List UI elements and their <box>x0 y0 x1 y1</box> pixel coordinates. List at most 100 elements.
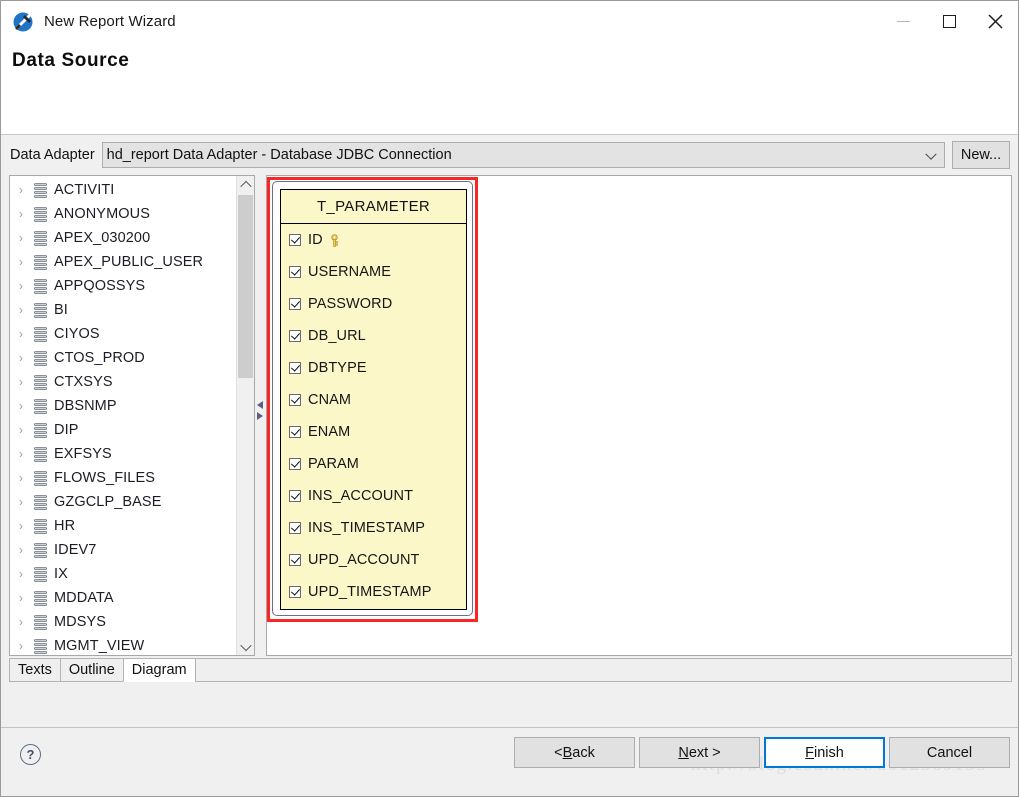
table-field-row[interactable]: ID <box>281 224 466 256</box>
tree-item[interactable]: › FLOWS_FILES <box>10 466 236 490</box>
field-checkbox[interactable] <box>289 426 301 438</box>
field-checkbox[interactable] <box>289 266 301 278</box>
field-checkbox[interactable] <box>289 298 301 310</box>
tree-item-label: CTOS_PROD <box>54 350 145 366</box>
scroll-down-button[interactable] <box>237 638 254 655</box>
chevron-right-icon[interactable]: › <box>16 544 34 556</box>
field-checkbox[interactable] <box>289 522 301 534</box>
tree-item[interactable]: › HR <box>10 514 236 538</box>
chevron-right-icon[interactable]: › <box>16 256 34 268</box>
chevron-right-icon[interactable]: › <box>16 208 34 220</box>
table-field-row[interactable]: DBTYPE <box>281 352 466 384</box>
tree-item[interactable]: › BI <box>10 298 236 322</box>
chevron-right-icon[interactable]: › <box>16 400 34 412</box>
tree-vertical-scrollbar[interactable] <box>236 176 254 655</box>
table-node-frame[interactable]: T_PARAMETER ID USERNAME PASSWORD DB_URL DBTY… <box>272 181 473 616</box>
table-field-row[interactable]: ENAM <box>281 416 466 448</box>
splitter-collapse-arrows[interactable] <box>257 401 264 423</box>
table-field-row[interactable]: UPD_TIMESTAMP <box>281 576 466 608</box>
chevron-right-icon[interactable]: › <box>16 352 34 364</box>
chevron-right-icon[interactable]: › <box>16 472 34 484</box>
new-adapter-button[interactable]: New... <box>952 141 1010 169</box>
database-icon <box>34 470 47 486</box>
cancel-button[interactable]: Cancel <box>889 737 1010 768</box>
schema-tree[interactable]: › ACTIVITI › ANONYMOUS › APEX_030200 › APEX_PUB… <box>10 176 236 655</box>
chevron-right-icon[interactable]: › <box>16 520 34 532</box>
field-checkbox[interactable] <box>289 490 301 502</box>
diagram-pane: T_PARAMETER ID USERNAME PASSWORD DB_URL DBTY… <box>266 175 1012 656</box>
field-checkbox[interactable] <box>289 458 301 470</box>
tab-diagram[interactable]: Diagram <box>122 658 195 682</box>
table-field-row[interactable]: INS_ACCOUNT <box>281 480 466 512</box>
tree-item-label: APEX_PUBLIC_USER <box>54 254 204 270</box>
tree-item[interactable]: › IX <box>10 562 236 586</box>
tree-item[interactable]: › CTXSYS <box>10 370 236 394</box>
tree-item[interactable]: › MDDATA <box>10 586 236 610</box>
chevron-right-icon[interactable]: › <box>16 592 34 604</box>
tree-item-label: MDSYS <box>54 614 107 630</box>
tree-item[interactable]: › APPQOSSYS <box>10 274 236 298</box>
chevron-right-icon[interactable]: › <box>16 640 34 652</box>
back-button[interactable]: < Back <box>514 737 635 768</box>
tab-outline[interactable]: Outline <box>59 658 123 682</box>
chevron-right-icon[interactable]: › <box>16 280 34 292</box>
chevron-right-icon[interactable]: › <box>16 424 34 436</box>
database-icon <box>34 614 47 630</box>
minimize-button[interactable] <box>880 1 926 42</box>
tree-item[interactable]: › EXFSYS <box>10 442 236 466</box>
chevron-down-icon <box>239 639 252 651</box>
tree-item[interactable]: › MGMT_VIEW <box>10 634 236 655</box>
table-field-row[interactable]: USERNAME <box>281 256 466 288</box>
chevron-right-icon[interactable]: › <box>16 304 34 316</box>
tree-item[interactable]: › GZGCLP_BASE <box>10 490 236 514</box>
chevron-right-icon[interactable]: › <box>16 328 34 340</box>
table-field-row[interactable]: DB_URL <box>281 320 466 352</box>
window-controls <box>880 1 1018 42</box>
scroll-up-button[interactable] <box>237 176 254 193</box>
next-button[interactable]: Next > <box>639 737 760 768</box>
tree-item[interactable]: › DBSNMP <box>10 394 236 418</box>
field-name-label: UPD_TIMESTAMP <box>308 584 432 600</box>
tree-item[interactable]: › IDEV7 <box>10 538 236 562</box>
field-checkbox[interactable] <box>289 330 301 342</box>
table-field-row[interactable]: INS_TIMESTAMP <box>281 512 466 544</box>
field-checkbox[interactable] <box>289 586 301 598</box>
arrow-left-icon[interactable] <box>257 401 263 409</box>
chevron-right-icon[interactable]: › <box>16 496 34 508</box>
tree-item[interactable]: › ACTIVITI <box>10 178 236 202</box>
tree-item[interactable]: › APEX_030200 <box>10 226 236 250</box>
database-icon <box>34 302 47 318</box>
help-icon[interactable]: ? <box>20 744 41 765</box>
field-checkbox[interactable] <box>289 394 301 406</box>
table-field-row[interactable]: CNAM <box>281 384 466 416</box>
field-checkbox[interactable] <box>289 362 301 374</box>
finish-button[interactable]: Finish <box>764 737 885 768</box>
arrow-right-icon[interactable] <box>257 412 263 420</box>
tab-texts[interactable]: Texts <box>9 658 60 682</box>
database-icon <box>34 590 47 606</box>
tree-item-label: CTXSYS <box>54 374 113 390</box>
chevron-right-icon[interactable]: › <box>16 448 34 460</box>
chevron-right-icon[interactable]: › <box>16 376 34 388</box>
tree-item[interactable]: › APEX_PUBLIC_USER <box>10 250 236 274</box>
chevron-right-icon[interactable]: › <box>16 568 34 580</box>
table-field-row[interactable]: PASSWORD <box>281 288 466 320</box>
field-checkbox[interactable] <box>289 234 301 246</box>
tree-item[interactable]: › CIYOS <box>10 322 236 346</box>
tree-item[interactable]: › ANONYMOUS <box>10 202 236 226</box>
tree-item[interactable]: › CTOS_PROD <box>10 346 236 370</box>
maximize-button[interactable] <box>926 1 972 42</box>
field-checkbox[interactable] <box>289 554 301 566</box>
table-node[interactable]: T_PARAMETER ID USERNAME PASSWORD DB_URL DBTY… <box>280 189 467 610</box>
pane-splitter[interactable] <box>255 175 266 656</box>
close-button[interactable] <box>972 1 1018 42</box>
scrollbar-thumb[interactable] <box>238 195 253 378</box>
chevron-right-icon[interactable]: › <box>16 232 34 244</box>
table-field-row[interactable]: PARAM <box>281 448 466 480</box>
data-adapter-select[interactable]: hd_report Data Adapter - Database JDBC C… <box>101 142 945 168</box>
chevron-right-icon[interactable]: › <box>16 616 34 628</box>
tree-item[interactable]: › MDSYS <box>10 610 236 634</box>
chevron-right-icon[interactable]: › <box>16 184 34 196</box>
table-field-row[interactable]: UPD_ACCOUNT <box>281 544 466 576</box>
tree-item[interactable]: › DIP <box>10 418 236 442</box>
